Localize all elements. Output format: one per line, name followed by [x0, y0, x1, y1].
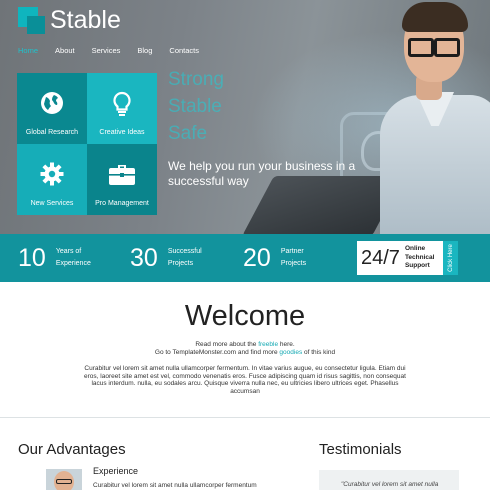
stat-successful-projects: 30 Successful Projects	[130, 234, 202, 282]
tile-label: Pro Management	[95, 200, 149, 207]
service-tiles: Global Research Creative Ideas New Servi…	[17, 73, 157, 215]
welcome-body-text: Curabitur vel lorem sit amet nulla ullam…	[84, 365, 406, 395]
advantages-title: Our Advantages	[18, 441, 126, 458]
gear-icon	[40, 162, 64, 186]
support-number: 24/7	[361, 246, 400, 269]
stat-label: Partner Projects	[280, 248, 307, 267]
stat-number: 10	[18, 243, 46, 272]
freeble-link[interactable]: freeble	[258, 341, 278, 348]
tile-global-research[interactable]: Global Research	[17, 73, 87, 144]
stat-label: Years of Experience	[55, 248, 91, 267]
stat-years: 10 Years of Experience	[18, 234, 91, 282]
hero-person-photo	[360, 0, 490, 234]
hero-faded-line: Stable	[168, 96, 222, 117]
globe-icon	[41, 92, 63, 114]
nav-services[interactable]: Services	[92, 46, 121, 55]
tile-new-services[interactable]: New Services	[17, 144, 87, 215]
main-nav: Home About Services Blog Contacts	[18, 46, 216, 55]
click-here-label: Click Here	[447, 244, 454, 272]
hero-faded-headline: Strong Stable Safe	[168, 66, 224, 147]
tile-label: Global Research	[25, 129, 79, 136]
hero-faded-line: Safe	[168, 123, 208, 144]
advantage-heading: Experience	[93, 466, 139, 476]
stat-label: Successful Projects	[167, 248, 202, 267]
nav-home[interactable]: Home	[18, 46, 38, 55]
support-badge: 24/7 Online Technical Support	[357, 241, 443, 275]
brand-name: Stable	[50, 6, 121, 34]
hero-faded-line: Strong	[168, 69, 224, 90]
nav-about[interactable]: About	[55, 46, 75, 55]
stat-number: 20	[243, 243, 271, 272]
briefcase-icon	[109, 165, 135, 185]
tile-label: Creative Ideas	[99, 129, 145, 136]
welcome-goodies-line: Go to TemplateMonster.com and find more …	[154, 349, 336, 356]
testimonials-title: Testimonials	[319, 441, 402, 458]
stat-number: 30	[130, 243, 158, 272]
site-logo[interactable]: Stable	[18, 7, 121, 34]
welcome-title: Welcome	[184, 300, 306, 332]
section-divider	[0, 417, 490, 418]
advantage-photo	[46, 469, 82, 490]
tile-pro-management[interactable]: Pro Management	[87, 144, 157, 215]
advantage-text: Curabitur vel lorem sit amet nulla ullam…	[93, 482, 257, 489]
support-label: Online Technical Support	[404, 245, 435, 270]
nav-blog[interactable]: Blog	[137, 46, 152, 55]
testimonial-quote: "Curabitur vel lorem sit amet nulla	[341, 481, 439, 488]
tile-label: New Services	[30, 200, 74, 207]
logo-mark-icon	[18, 7, 45, 34]
stat-partner-projects: 20 Partner Projects	[243, 234, 306, 282]
hero-tagline: We help you run your business in a succe…	[168, 159, 356, 188]
goodies-link[interactable]: goodies	[279, 349, 302, 356]
lightbulb-icon	[113, 91, 131, 116]
tile-creative-ideas[interactable]: Creative Ideas	[87, 73, 157, 144]
nav-contacts[interactable]: Contacts	[169, 46, 199, 55]
welcome-freeble-line: Read more about the freeble here.	[195, 341, 295, 348]
click-here-button[interactable]: Click Here	[443, 241, 458, 275]
